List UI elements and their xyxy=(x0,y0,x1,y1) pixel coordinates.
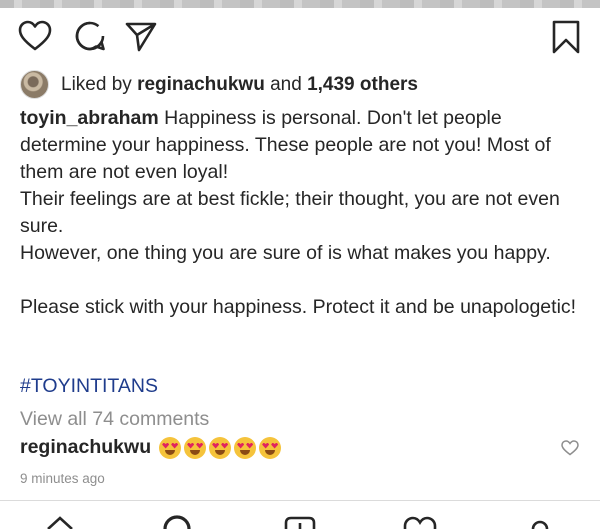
heart-eyes-emoji xyxy=(259,436,282,459)
avatar[interactable] xyxy=(20,70,49,99)
caption-text: Happiness is personal. Don't let people … xyxy=(20,107,577,318)
liked-by-others-link[interactable]: 1,439 others xyxy=(307,74,418,96)
heart-eyes-emoji xyxy=(209,436,232,459)
heart-eyes-emoji xyxy=(234,436,257,459)
post-caption: toyin_abraham Happiness is personal. Don… xyxy=(20,105,585,321)
bottom-navigation-bar xyxy=(0,500,600,529)
likes-line: Liked by reginachukwu and 1,439 others xyxy=(20,70,418,99)
send-icon[interactable] xyxy=(124,20,158,52)
heart-eyes-emoji xyxy=(159,436,182,459)
post-action-bar xyxy=(0,20,600,60)
post-image-bottom-edge[interactable] xyxy=(0,0,600,8)
comment-username[interactable]: reginachukwu xyxy=(20,436,151,459)
comment-row: reginachukwu xyxy=(20,436,284,459)
liked-by-prefix: Liked by xyxy=(61,73,132,95)
post-timestamp: 9 minutes ago xyxy=(20,471,105,486)
liked-by-user-link[interactable]: reginachukwu xyxy=(137,74,265,96)
bookmark-icon[interactable] xyxy=(552,20,580,54)
comment-bubble-icon[interactable] xyxy=(74,20,106,52)
comment-like-heart-icon[interactable] xyxy=(561,440,579,456)
view-all-comments-link[interactable]: View all 74 comments xyxy=(20,408,209,431)
heart-eyes-emoji xyxy=(184,436,207,459)
liked-by-and: and xyxy=(270,73,302,95)
caption-username[interactable]: toyin_abraham xyxy=(20,107,159,129)
heart-icon[interactable] xyxy=(18,20,52,52)
hashtag-link[interactable]: #TOYINTITANS xyxy=(20,375,158,398)
